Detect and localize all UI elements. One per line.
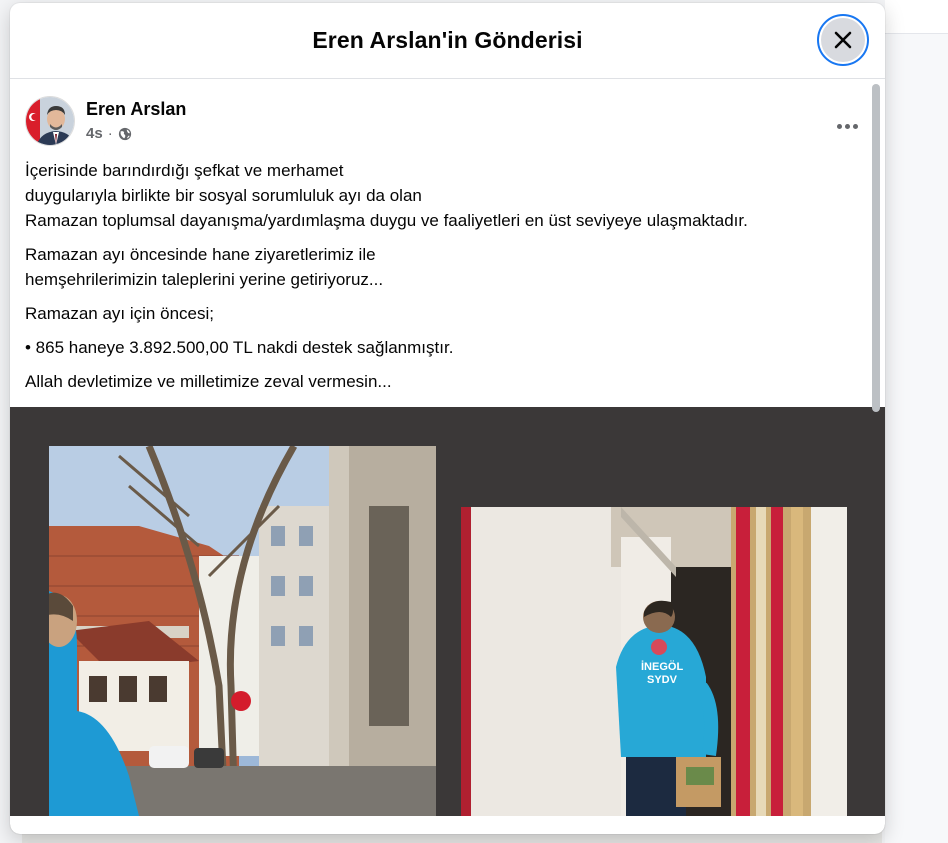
more-icon-dot [852, 123, 858, 129]
background-topbar [885, 0, 948, 34]
meta-separator: · [107, 125, 113, 142]
post-paragraph: Ramazan ayı öncesinde hane ziyaretlerimi… [25, 245, 384, 289]
post-text: İçerisinde barındırdığı şefkat ve merham… [25, 158, 855, 403]
background-page-strip [885, 0, 948, 843]
scrollbar[interactable] [870, 80, 881, 834]
post-paragraph: Ramazan ayı için öncesi; [25, 304, 214, 323]
dialog-title: Eren Arslan'in Gönderisi [312, 27, 583, 53]
avatar-image [26, 97, 74, 145]
post-paragraph: İçerisinde barındırdığı şefkat ve merham… [25, 161, 748, 230]
photo-collage: İNEGÖL SYDV [10, 407, 885, 834]
post-paragraph: Allah devletimize ve milletimize zeval v… [25, 372, 392, 391]
post-photo-street[interactable] [49, 446, 436, 816]
scrollbar-thumb[interactable] [872, 84, 880, 412]
jacket-text-line1: İNEGÖL [641, 660, 683, 673]
post-header: Eren Arslan 4s · [25, 96, 865, 148]
post-scroll-area: Eren Arslan 4s · İçerisinde barındırdığı… [10, 80, 885, 834]
post-dialog: Eren Arslan'in Gönderisi Eren Arslan 4s … [10, 3, 885, 834]
close-button[interactable] [817, 14, 869, 66]
close-icon [834, 31, 852, 49]
post-paragraph: • 865 haneye 3.892.500,00 TL nakdi deste… [25, 338, 454, 357]
more-icon [836, 123, 842, 129]
avatar[interactable] [25, 96, 75, 146]
more-options-button[interactable] [832, 116, 862, 136]
post-time[interactable]: 4s [86, 125, 103, 142]
street-photo-image [49, 446, 436, 816]
post-meta: 4s · [86, 125, 132, 142]
delivery-photo-image: İNEGÖL SYDV [461, 507, 847, 816]
globe-icon[interactable] [118, 127, 132, 141]
author-name[interactable]: Eren Arslan [86, 99, 186, 120]
more-icon-dot [844, 123, 850, 129]
post-photo-delivery[interactable]: İNEGÖL SYDV [461, 507, 847, 816]
dialog-header: Eren Arslan'in Gönderisi [10, 3, 885, 79]
photo-footer-strip [10, 816, 885, 834]
jacket-text-line2: SYDV [647, 674, 678, 686]
